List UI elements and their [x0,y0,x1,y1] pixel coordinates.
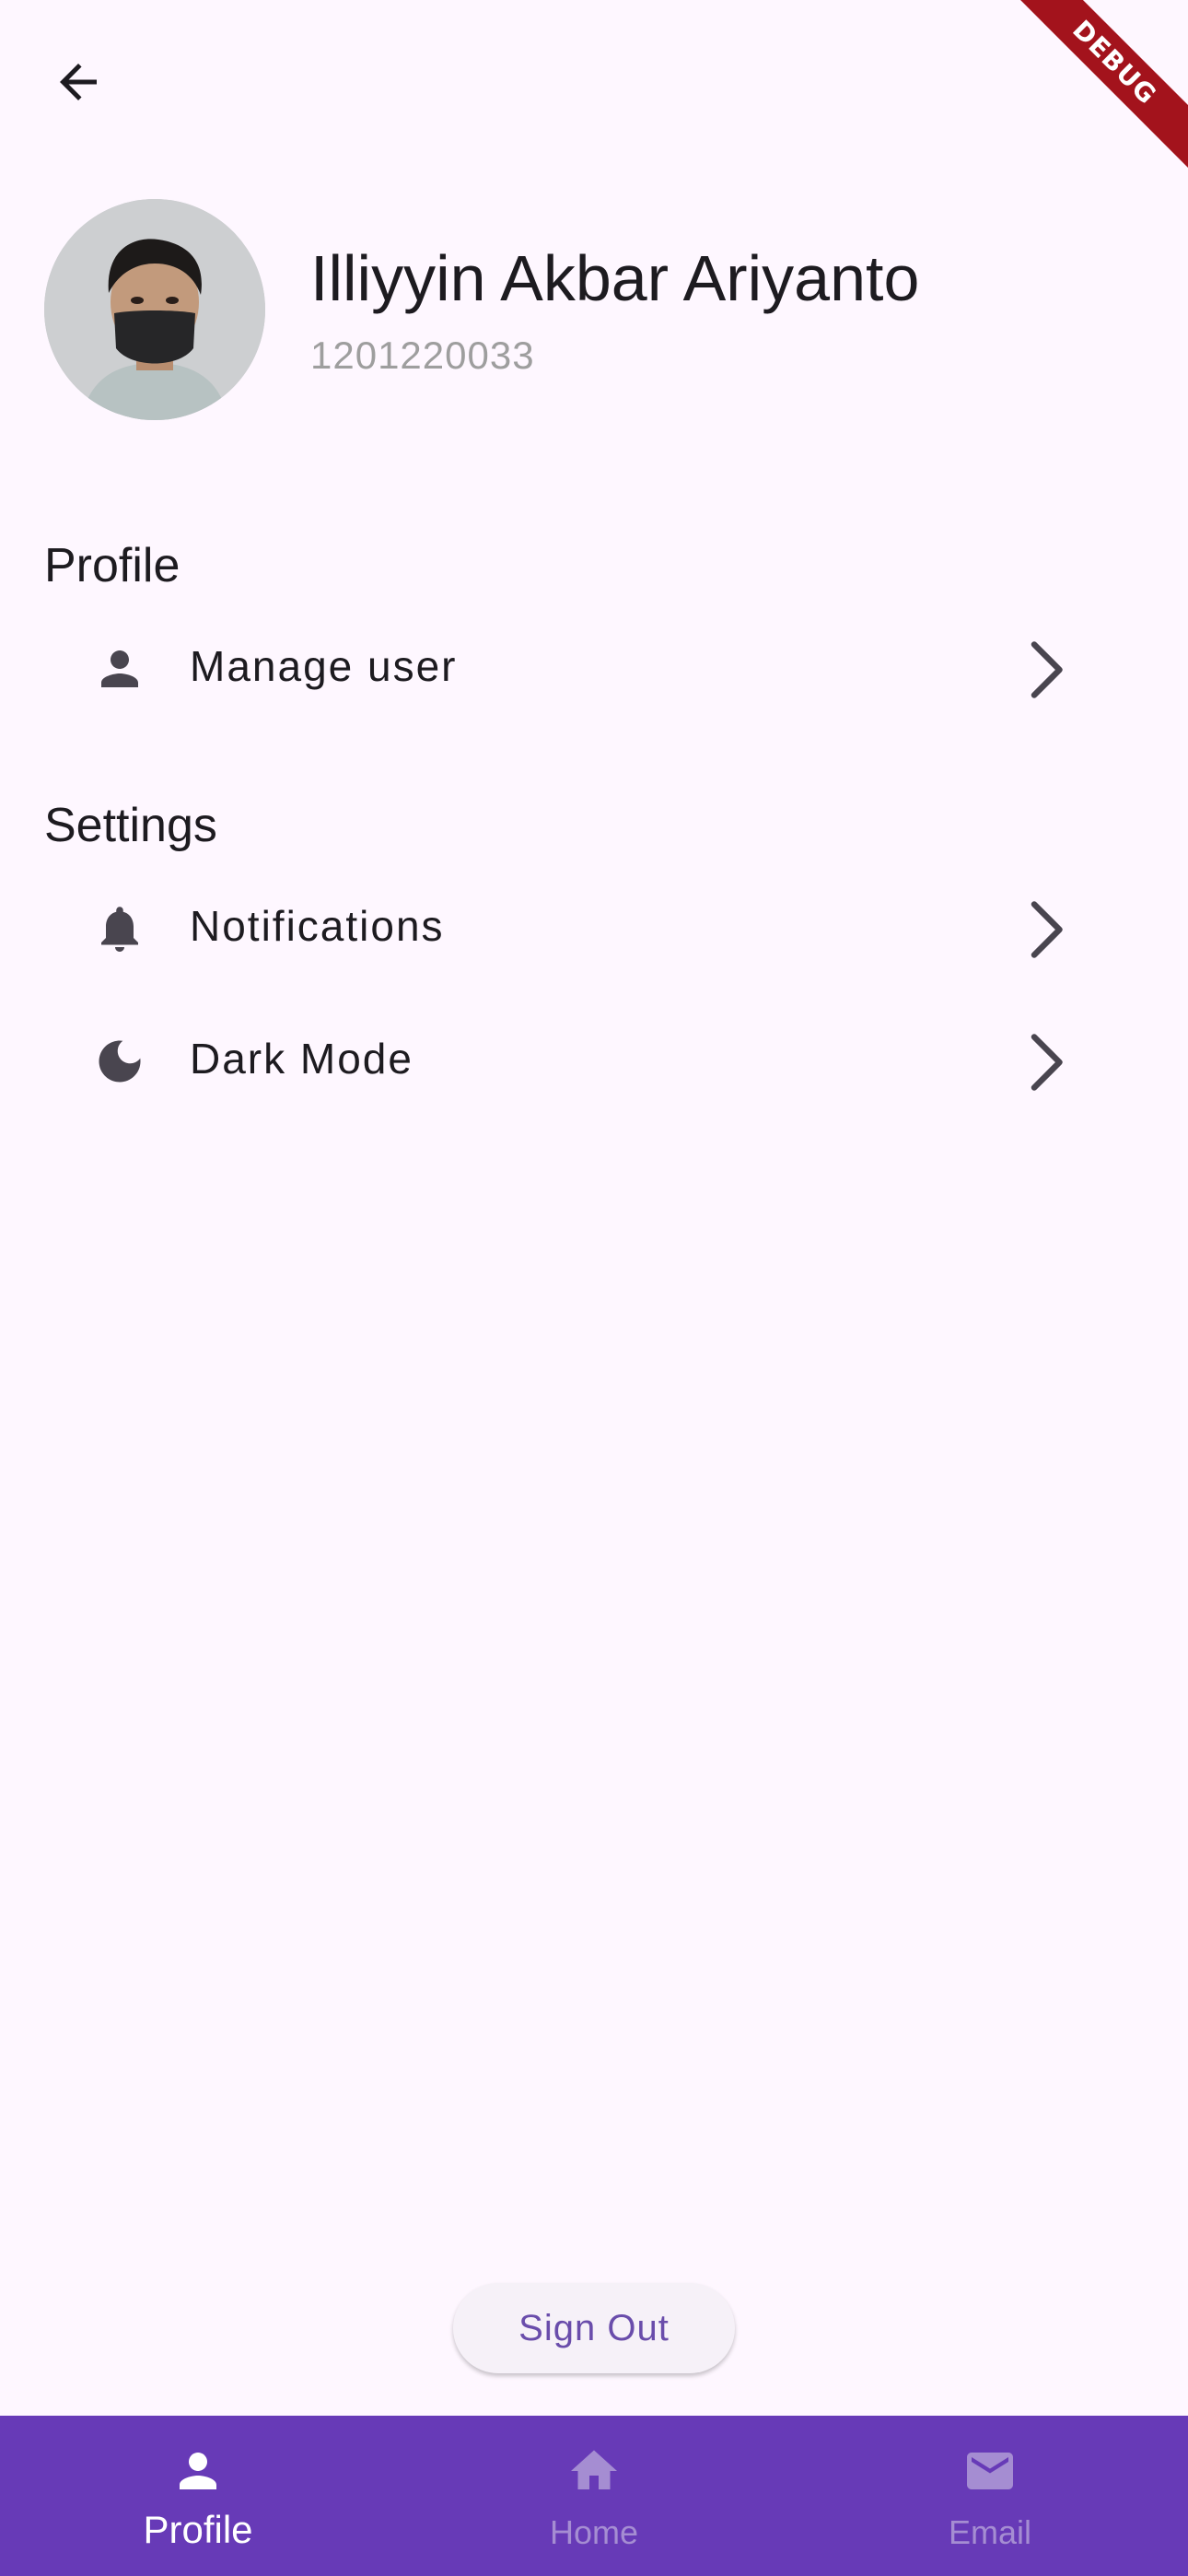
mail-icon [967,2453,1013,2489]
person-icon [101,650,138,687]
dark-mode-label: Dark Mode [190,1035,413,1083]
debug-banner: DEBUG [985,0,1188,203]
debug-label: DEBUG [1000,0,1188,177]
avatar-photo [44,199,265,420]
moon-icon [99,1040,141,1083]
chevron-right-icon [1031,641,1063,698]
nav-label-home: Home [549,2513,639,2551]
nav-item-email[interactable]: Email [792,2416,1188,2576]
notifications-item[interactable]: Notifications [44,864,1103,993]
nav-item-home[interactable]: Home [396,2416,792,2576]
arrow-back-icon [60,64,97,100]
nav-item-profile[interactable]: Profile [0,2416,396,2576]
user-name: Illiyyin Akbar Ariyanto [310,242,920,314]
manage-user-item[interactable]: Manage user [44,604,1103,733]
notifications-label: Notifications [190,902,445,950]
bottom-navigation: Profile Home Email [0,2416,1188,2576]
manage-user-label: Manage user [190,642,458,690]
section-title-profile: Profile [44,539,181,592]
chevron-right-icon [1031,1034,1063,1091]
nav-label-profile: Profile [143,2508,253,2551]
dark-mode-item[interactable]: Dark Mode [44,997,1103,1126]
home-icon [571,2450,617,2489]
bell-icon [101,907,138,952]
section-title-settings: Settings [44,799,217,852]
nav-label-email: Email [948,2513,1032,2551]
sign-out-button[interactable]: Sign Out [453,2283,735,2373]
chevron-right-icon [1031,901,1063,958]
back-button[interactable] [37,41,120,123]
user-id: 1201220033 [310,334,535,377]
person-icon [180,2453,216,2489]
avatar [44,199,265,420]
